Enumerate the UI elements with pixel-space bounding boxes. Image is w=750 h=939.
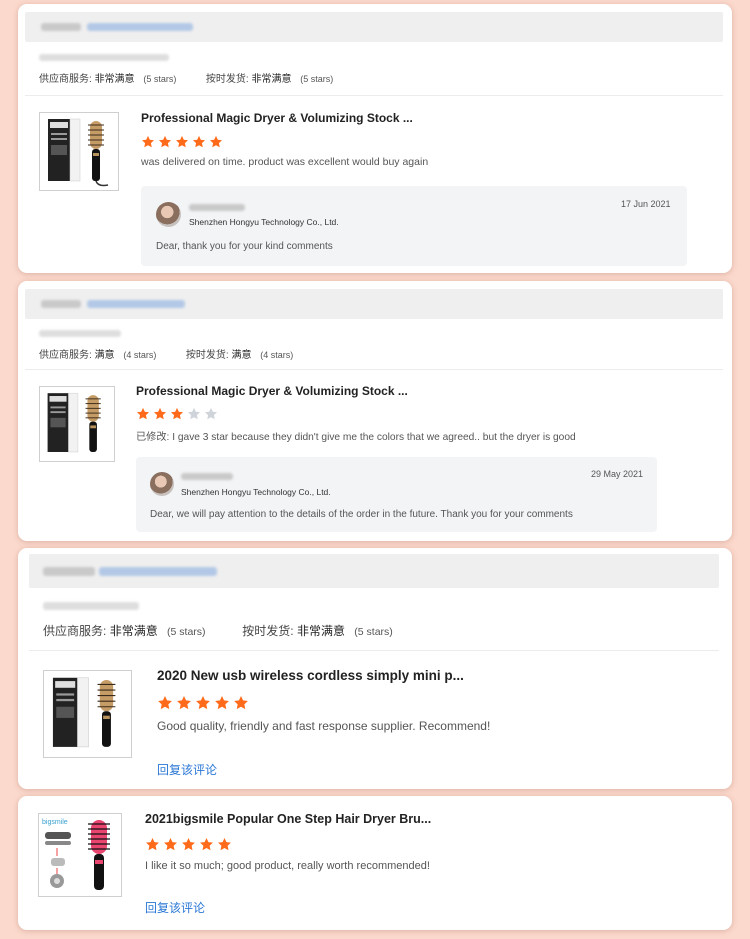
supplier-service-stars: (4 stars) (123, 350, 157, 360)
product-thumbnail[interactable] (39, 386, 115, 462)
rating-stars (157, 695, 252, 715)
reply-date: 29 May 2021 (591, 469, 644, 479)
star-filled-icon (217, 837, 232, 856)
reviewer-location-redacted (43, 602, 139, 610)
reviewer-location-redacted (39, 330, 121, 337)
supplier-reply: Shenzhen Hongyu Technology Co., Ltd. 29 … (136, 457, 657, 532)
divider (29, 650, 719, 651)
thumb-brand: bigsmile (42, 819, 68, 826)
star-filled-icon (209, 135, 223, 153)
supplier-service-stars: (5 stars) (167, 626, 206, 638)
star-filled-icon (195, 695, 211, 715)
review-card-4: bigsmile 2021bigsmile Popular One Step H… (18, 796, 732, 930)
reply-to-review-link[interactable]: 回复该评论 (145, 899, 205, 916)
review-card-2: 供应商服务: 满意 (4 stars) 按时发货: 满意 (4 stars) P… (18, 281, 732, 541)
star-filled-icon (141, 135, 155, 153)
review-comment: 已修改: I gave 3 star because they didn't g… (136, 432, 576, 443)
reviewer-header (29, 554, 719, 588)
rating-stars (145, 837, 235, 856)
star-filled-icon (157, 695, 173, 715)
supplier-service-value: 非常满意 (94, 74, 135, 85)
shipping-label: 按时发货: (185, 350, 229, 361)
star-filled-icon (192, 135, 206, 153)
review-comment: I like it so much; good product, really … (145, 860, 430, 872)
supplier-company: Shenzhen Hongyu Technology Co., Ltd. (181, 487, 331, 497)
hair-dryer-brush-image (47, 392, 101, 453)
shipping-stars: (5 stars) (354, 626, 393, 638)
supplier-company: Shenzhen Hongyu Technology Co., Ltd. (189, 217, 339, 227)
reviewer-name-redacted (87, 300, 185, 308)
reviewer-label-redacted (41, 23, 81, 31)
supplier-service-label: 供应商服务: (39, 74, 92, 85)
hair-dryer-brush-image (52, 677, 116, 748)
star-filled-icon (158, 135, 172, 153)
star-filled-icon (153, 407, 167, 425)
review-comment: was delivered on time. product was excel… (141, 156, 429, 168)
review-card-1: 供应商服务: 非常满意 (5 stars) 按时发货: 非常满意 (5 star… (18, 4, 732, 273)
review-card-3: 供应商服务: 非常满意 (5 stars) 按时发货: 非常满意 (5 star… (18, 548, 732, 789)
product-title[interactable]: 2021bigsmile Popular One Step Hair Dryer… (145, 812, 431, 826)
star-filled-icon (214, 695, 230, 715)
shipping-value: 非常满意 (251, 74, 292, 85)
product-title[interactable]: 2020 New usb wireless cordless simply mi… (157, 668, 464, 683)
product-thumbnail[interactable] (39, 112, 119, 191)
rating-stars (141, 135, 226, 153)
star-empty-icon (204, 407, 218, 425)
product-thumbnail[interactable]: bigsmile (38, 813, 122, 897)
supplier-ratings: 供应商服务: 满意 (4 stars) 按时发货: 满意 (4 stars) (39, 346, 293, 361)
reply-text: Dear, we will pay attention to the detai… (150, 509, 573, 520)
star-filled-icon (199, 837, 214, 856)
supplier-service-label: 供应商服务: (43, 624, 107, 638)
shipping-stars: (5 stars) (300, 74, 334, 84)
product-thumbnail[interactable] (43, 670, 132, 758)
star-filled-icon (233, 695, 249, 715)
shipping-label: 按时发货: (242, 624, 294, 638)
reviewer-location-redacted (39, 54, 169, 61)
star-empty-icon (187, 407, 201, 425)
review-comment: Good quality, friendly and fast response… (157, 719, 491, 733)
supplier-service-stars: (5 stars) (143, 74, 177, 84)
shipping-value: 非常满意 (296, 624, 345, 638)
supplier-avatar (156, 202, 181, 227)
star-filled-icon (136, 407, 150, 425)
star-filled-icon (176, 695, 192, 715)
shipping-value: 满意 (231, 350, 252, 361)
star-filled-icon (181, 837, 196, 856)
shipping-label: 按时发货: (205, 74, 249, 85)
divider (25, 95, 723, 96)
star-filled-icon (175, 135, 189, 153)
rating-stars (136, 407, 221, 425)
star-filled-icon (170, 407, 184, 425)
reviewer-header (25, 289, 723, 319)
reviewer-name-redacted (87, 23, 193, 31)
supplier-avatar (150, 472, 174, 496)
product-title[interactable]: Professional Magic Dryer & Volumizing St… (136, 384, 408, 398)
hair-dryer-brush-image (48, 118, 109, 187)
star-filled-icon (163, 837, 178, 856)
reply-to-review-link[interactable]: 回复该评论 (157, 761, 217, 778)
reply-date: 17 Jun 2021 (621, 199, 671, 209)
supplier-service-value: 满意 (94, 350, 115, 361)
hair-dryer-brush-image: bigsmile (42, 819, 110, 890)
reply-text: Dear, thank you for your kind comments (156, 241, 333, 252)
supplier-ratings: 供应商服务: 非常满意 (5 stars) 按时发货: 非常满意 (5 star… (39, 70, 333, 85)
reviewer-name-redacted (99, 567, 217, 576)
divider (25, 369, 723, 370)
supplier-ratings: 供应商服务: 非常满意 (5 stars) 按时发货: 非常满意 (5 star… (43, 622, 393, 639)
reviewer-label-redacted (43, 567, 95, 576)
supplier-reply: Shenzhen Hongyu Technology Co., Ltd. 17 … (141, 186, 687, 266)
star-filled-icon (145, 837, 160, 856)
reviewer-label-redacted (41, 300, 81, 308)
shipping-stars: (4 stars) (260, 350, 294, 360)
supplier-service-label: 供应商服务: (39, 350, 92, 361)
product-title[interactable]: Professional Magic Dryer & Volumizing St… (141, 111, 413, 125)
supplier-service-value: 非常满意 (109, 624, 158, 638)
replier-name-redacted (189, 204, 245, 211)
reviewer-header (25, 12, 723, 42)
replier-name-redacted (181, 473, 233, 480)
